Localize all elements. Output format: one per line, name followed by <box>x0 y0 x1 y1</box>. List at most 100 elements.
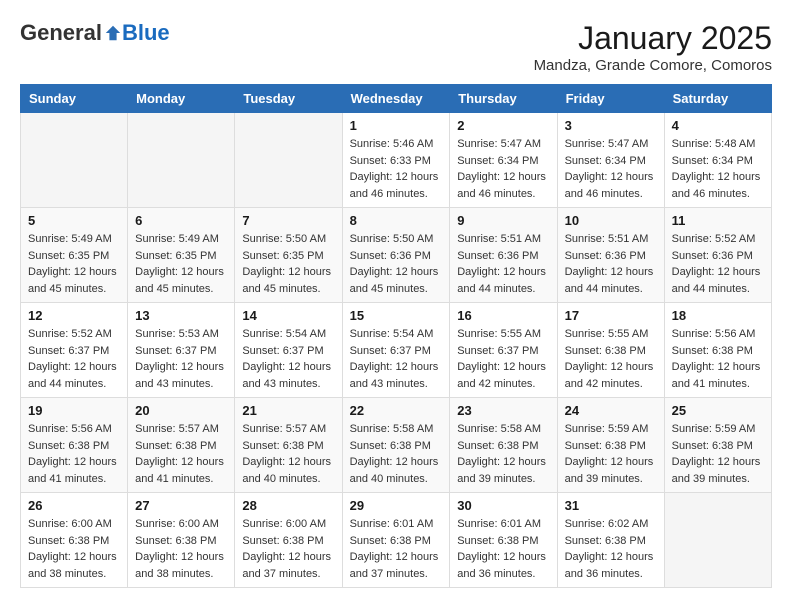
day-number: 19 <box>28 403 120 418</box>
day-number: 25 <box>672 403 764 418</box>
day-info: Sunrise: 5:48 AM Sunset: 6:34 PM Dayligh… <box>672 136 764 202</box>
calendar-cell: 28Sunrise: 6:00 AM Sunset: 6:38 PM Dayli… <box>235 493 342 588</box>
day-info: Sunrise: 6:01 AM Sunset: 6:38 PM Dayligh… <box>457 516 549 582</box>
day-number: 18 <box>672 308 764 323</box>
day-number: 23 <box>457 403 549 418</box>
calendar-cell <box>235 113 342 208</box>
day-info: Sunrise: 5:51 AM Sunset: 6:36 PM Dayligh… <box>565 231 657 297</box>
day-info: Sunrise: 5:49 AM Sunset: 6:35 PM Dayligh… <box>135 231 227 297</box>
calendar-cell <box>21 113 128 208</box>
week-row-4: 19 Sunrise: 5:56 AM Sunset: 6:38 PM Dayli… <box>21 398 772 493</box>
day-info: Sunrise: 5:54 AM Sunset: 6:37 PM Dayligh… <box>350 326 443 392</box>
calendar-cell: 26 Sunrise: 6:00 AM Sunset: 6:38 PM Dayli… <box>21 493 128 588</box>
day-info: Sunrise: 5:56 AM Sunset: 6:38 PM Dayligh… <box>28 421 120 487</box>
calendar-cell: 5 Sunrise: 5:49 AM Sunset: 6:35 PM Daylig… <box>21 208 128 303</box>
day-number: 13 <box>135 308 227 323</box>
location-subtitle: Mandza, Grande Comore, Comoros <box>534 57 772 74</box>
day-number: 15 <box>350 308 443 323</box>
day-number: 12 <box>28 308 120 323</box>
weekday-header-saturday: Saturday <box>664 85 771 113</box>
logo: General Blue <box>20 20 170 46</box>
day-number: 22 <box>350 403 443 418</box>
day-number: 7 <box>242 213 334 228</box>
calendar-cell: 8 Sunrise: 5:50 AM Sunset: 6:36 PM Daylig… <box>342 208 450 303</box>
day-info: Sunrise: 5:58 AM Sunset: 6:38 PM Dayligh… <box>457 421 549 487</box>
day-number: 30 <box>457 498 549 513</box>
day-info: Sunrise: 5:49 AM Sunset: 6:35 PM Dayligh… <box>28 231 120 297</box>
day-number: 5 <box>28 213 120 228</box>
day-number: 24 <box>565 403 657 418</box>
weekday-header-row: SundayMondayTuesdayWednesdayThursdayFrid… <box>21 85 772 113</box>
logo-general-text: General <box>20 20 102 46</box>
day-number: 9 <box>457 213 549 228</box>
day-number: 17 <box>565 308 657 323</box>
calendar-cell: 20 Sunrise: 5:57 AM Sunset: 6:38 PM Dayli… <box>128 398 235 493</box>
day-info: Sunrise: 6:00 AM Sunset: 6:38 PM Dayligh… <box>28 516 120 582</box>
day-number: 31 <box>565 498 657 513</box>
day-info: Sunrise: 6:00 AM Sunset: 6:38 PM Dayligh… <box>135 516 227 582</box>
day-number: 4 <box>672 118 764 133</box>
day-info: Sunrise: 5:50 AM Sunset: 6:36 PM Dayligh… <box>350 231 443 297</box>
day-number: 3 <box>565 118 657 133</box>
calendar-cell: 22 Sunrise: 5:58 AM Sunset: 6:38 PM Dayli… <box>342 398 450 493</box>
calendar-cell: 7Sunrise: 5:50 AM Sunset: 6:35 PM Daylig… <box>235 208 342 303</box>
week-row-2: 5 Sunrise: 5:49 AM Sunset: 6:35 PM Daylig… <box>21 208 772 303</box>
weekday-header-monday: Monday <box>128 85 235 113</box>
day-info: Sunrise: 5:59 AM Sunset: 6:38 PM Dayligh… <box>565 421 657 487</box>
day-number: 10 <box>565 213 657 228</box>
calendar-cell: 30 Sunrise: 6:01 AM Sunset: 6:38 PM Dayli… <box>450 493 557 588</box>
calendar-cell: 16 Sunrise: 5:55 AM Sunset: 6:37 PM Dayli… <box>450 303 557 398</box>
calendar-cell: 29Sunrise: 6:01 AM Sunset: 6:38 PM Dayli… <box>342 493 450 588</box>
day-info: Sunrise: 6:00 AM Sunset: 6:38 PM Dayligh… <box>242 516 334 582</box>
logo-icon <box>104 24 122 42</box>
day-number: 2 <box>457 118 549 133</box>
weekday-header-sunday: Sunday <box>21 85 128 113</box>
calendar-cell: 31 Sunrise: 6:02 AM Sunset: 6:38 PM Dayli… <box>557 493 664 588</box>
calendar-cell: 14 Sunrise: 5:54 AM Sunset: 6:37 PM Dayli… <box>235 303 342 398</box>
day-info: Sunrise: 5:59 AM Sunset: 6:38 PM Dayligh… <box>672 421 764 487</box>
calendar-cell: 13 Sunrise: 5:53 AM Sunset: 6:37 PM Dayli… <box>128 303 235 398</box>
day-info: Sunrise: 5:52 AM Sunset: 6:36 PM Dayligh… <box>672 231 764 297</box>
day-info: Sunrise: 5:53 AM Sunset: 6:37 PM Dayligh… <box>135 326 227 392</box>
weekday-header-thursday: Thursday <box>450 85 557 113</box>
page-header: General Blue January 2025 Mandza, Grande… <box>20 20 772 74</box>
calendar-cell: 18 Sunrise: 5:56 AM Sunset: 6:38 PM Dayli… <box>664 303 771 398</box>
calendar-cell: 25 Sunrise: 5:59 AM Sunset: 6:38 PM Dayli… <box>664 398 771 493</box>
calendar-cell: 1 Sunrise: 5:46 AM Sunset: 6:33 PM Daylig… <box>342 113 450 208</box>
weekday-header-friday: Friday <box>557 85 664 113</box>
week-row-1: 1 Sunrise: 5:46 AM Sunset: 6:33 PM Daylig… <box>21 113 772 208</box>
day-number: 8 <box>350 213 443 228</box>
calendar-cell <box>664 493 771 588</box>
day-info: Sunrise: 5:55 AM Sunset: 6:37 PM Dayligh… <box>457 326 549 392</box>
calendar-cell: 12Sunrise: 5:52 AM Sunset: 6:37 PM Dayli… <box>21 303 128 398</box>
day-info: Sunrise: 5:56 AM Sunset: 6:38 PM Dayligh… <box>672 326 764 392</box>
week-row-3: 12Sunrise: 5:52 AM Sunset: 6:37 PM Dayli… <box>21 303 772 398</box>
calendar-cell: 23 Sunrise: 5:58 AM Sunset: 6:38 PM Dayli… <box>450 398 557 493</box>
day-number: 16 <box>457 308 549 323</box>
month-title: January 2025 <box>534 20 772 57</box>
day-info: Sunrise: 5:54 AM Sunset: 6:37 PM Dayligh… <box>242 326 334 392</box>
day-number: 11 <box>672 213 764 228</box>
day-info: Sunrise: 5:57 AM Sunset: 6:38 PM Dayligh… <box>135 421 227 487</box>
calendar-cell: 10 Sunrise: 5:51 AM Sunset: 6:36 PM Dayli… <box>557 208 664 303</box>
day-info: Sunrise: 5:47 AM Sunset: 6:34 PM Dayligh… <box>565 136 657 202</box>
day-number: 1 <box>350 118 443 133</box>
calendar-cell: 24 Sunrise: 5:59 AM Sunset: 6:38 PM Dayli… <box>557 398 664 493</box>
logo-blue-text: Blue <box>122 20 170 46</box>
day-info: Sunrise: 5:47 AM Sunset: 6:34 PM Dayligh… <box>457 136 549 202</box>
day-number: 14 <box>242 308 334 323</box>
calendar-cell: 2 Sunrise: 5:47 AM Sunset: 6:34 PM Daylig… <box>450 113 557 208</box>
calendar-cell: 4 Sunrise: 5:48 AM Sunset: 6:34 PM Daylig… <box>664 113 771 208</box>
calendar-cell: 9 Sunrise: 5:51 AM Sunset: 6:36 PM Daylig… <box>450 208 557 303</box>
calendar-cell: 11 Sunrise: 5:52 AM Sunset: 6:36 PM Dayli… <box>664 208 771 303</box>
day-number: 20 <box>135 403 227 418</box>
calendar-cell: 19 Sunrise: 5:56 AM Sunset: 6:38 PM Dayli… <box>21 398 128 493</box>
day-info: Sunrise: 6:02 AM Sunset: 6:38 PM Dayligh… <box>565 516 657 582</box>
calendar-cell: 6Sunrise: 5:49 AM Sunset: 6:35 PM Daylig… <box>128 208 235 303</box>
week-row-5: 26 Sunrise: 6:00 AM Sunset: 6:38 PM Dayli… <box>21 493 772 588</box>
day-number: 26 <box>28 498 120 513</box>
day-number: 21 <box>242 403 334 418</box>
day-info: Sunrise: 5:58 AM Sunset: 6:38 PM Dayligh… <box>350 421 443 487</box>
day-info: Sunrise: 5:46 AM Sunset: 6:33 PM Dayligh… <box>350 136 443 202</box>
day-info: Sunrise: 5:51 AM Sunset: 6:36 PM Dayligh… <box>457 231 549 297</box>
